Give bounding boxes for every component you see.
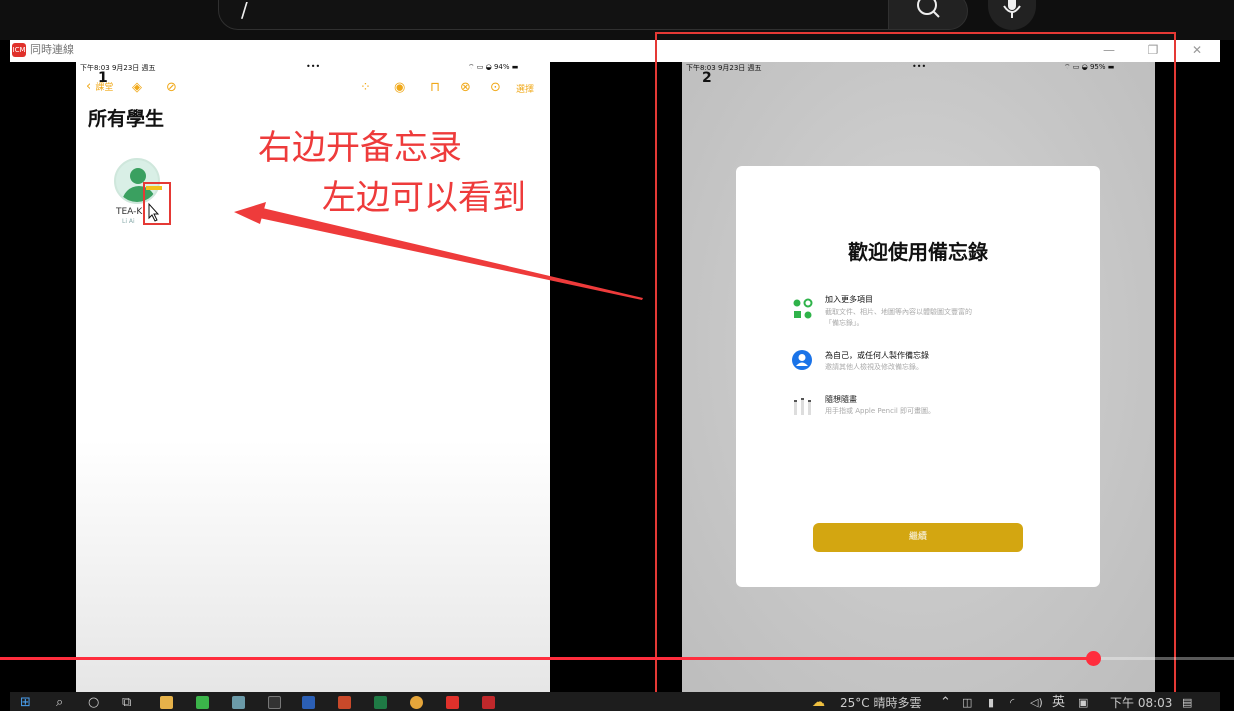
mic-button[interactable] — [988, 0, 1036, 30]
powerpoint-icon[interactable] — [338, 696, 351, 709]
cursor-icon — [148, 202, 160, 222]
student-subtitle: Li Ai — [122, 218, 135, 225]
highlight-box — [655, 32, 1176, 697]
taskview-icon[interactable]: ⧉ — [122, 695, 131, 711]
app-logo: ICM — [12, 43, 26, 57]
progress-fill — [0, 657, 1093, 660]
more-icon[interactable]: ⊙ — [490, 80, 501, 95]
app-icon[interactable] — [482, 696, 495, 709]
ime-mode-icon[interactable]: ▣ — [1078, 695, 1088, 711]
annotation-line-1: 右边开备忘录 — [258, 128, 462, 168]
weather-text[interactable]: 25°C 晴時多雲 — [840, 695, 921, 711]
terminal-icon[interactable] — [268, 696, 281, 709]
multitask-dots[interactable]: ••• — [306, 62, 320, 71]
line-app-icon[interactable] — [196, 696, 209, 709]
mirror-app-icon[interactable] — [446, 696, 459, 709]
word-icon[interactable] — [302, 696, 315, 709]
cortana-icon[interactable]: ○ — [88, 695, 99, 711]
student-name: TEA-K — [116, 207, 143, 217]
search-input[interactable]: / — [218, 0, 890, 30]
battery-icon[interactable]: ▮ — [988, 695, 994, 711]
highlight-box — [143, 182, 171, 225]
clock[interactable]: 下午 08:03 — [1110, 695, 1172, 711]
file-explorer-icon[interactable] — [160, 696, 173, 709]
close-button[interactable]: ✕ — [1186, 42, 1208, 58]
notification-icon[interactable]: ▤ — [1182, 695, 1192, 711]
compass-icon[interactable]: ⊘ — [166, 80, 177, 95]
app-icon[interactable] — [232, 696, 245, 709]
status-icons: ⌔ ▭ ◒ 94% ▬ — [468, 63, 519, 71]
lock-icon[interactable]: ⊓ — [430, 80, 440, 95]
wifi-icon[interactable]: ◜ — [1010, 695, 1014, 711]
annotation-arrow — [234, 202, 643, 300]
eye-icon[interactable]: ◉ — [394, 80, 405, 95]
mic-icon — [1003, 0, 1021, 18]
back-label: 課堂 — [95, 83, 114, 93]
ime-indicator[interactable]: 英 — [1052, 695, 1065, 711]
back-button[interactable]: ‹ 課堂 — [86, 79, 113, 94]
search-icon[interactable]: ⌕ — [56, 695, 63, 711]
window-title: 同時連線 — [30, 43, 74, 56]
status-time: 下午8:03 9月23日 週五 — [80, 64, 156, 72]
windows-start-icon[interactable]: ⊞ — [20, 695, 31, 711]
mute-icon[interactable]: ⊗ — [460, 80, 471, 95]
chevron-left-icon: ‹ — [86, 79, 92, 94]
chevron-up-icon[interactable]: ⌃ — [940, 695, 951, 711]
search-icon — [917, 0, 940, 18]
excel-icon[interactable] — [374, 696, 387, 709]
progress-scrubber[interactable] — [1086, 651, 1101, 666]
weather-icon: ☁ — [812, 695, 825, 710]
chrome-icon[interactable] — [410, 696, 423, 709]
search-button[interactable] — [888, 0, 968, 30]
network-icon[interactable]: ◫ — [962, 695, 972, 711]
volume-icon[interactable]: ◁) — [1030, 695, 1043, 711]
layers-icon[interactable]: ◈ — [132, 80, 142, 95]
select-button[interactable]: 選擇 — [516, 82, 534, 95]
page-title: 所有學生 — [88, 108, 165, 130]
grid-icon[interactable]: ⁘ — [360, 80, 371, 95]
